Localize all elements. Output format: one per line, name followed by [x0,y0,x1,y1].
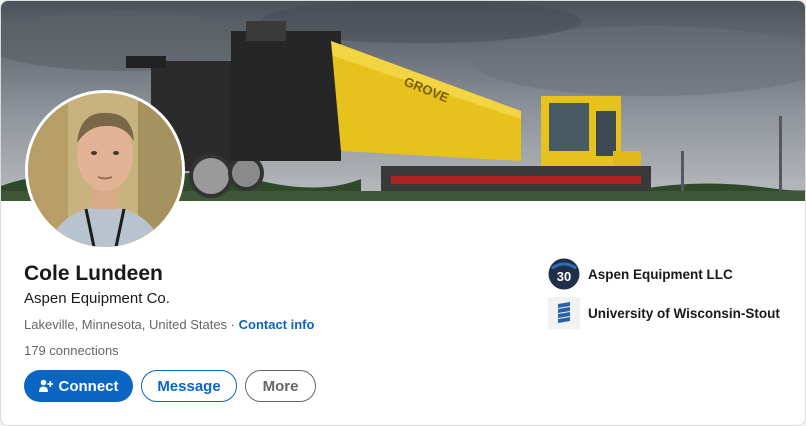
more-label: More [262,377,299,395]
aspen-equipment-logo: 30 [548,258,580,290]
message-button[interactable]: Message [141,370,237,402]
org-aspen-equipment[interactable]: 30 Aspen Equipment LLC [548,258,733,290]
location-row: Lakeville, Minnesota, United States · Co… [24,316,314,334]
location-text: Lakeville, Minnesota, United States [24,317,228,332]
profile-name: Cole Lundeen [24,262,163,285]
connections-count: 179 connections [24,343,119,358]
more-button[interactable]: More [245,370,316,402]
add-person-icon [38,379,53,393]
connect-button[interactable]: Connect [24,370,133,402]
org-name-uw-stout: University of Wisconsin-Stout [588,305,780,321]
contact-info-link[interactable]: Contact info [239,317,315,332]
avatar[interactable] [25,90,185,250]
aspen-logo-text: 30 [557,269,571,284]
location-separator: · [227,317,239,332]
org-uw-stout[interactable]: University of Wisconsin-Stout [548,297,780,329]
org-name-aspen: Aspen Equipment LLC [588,266,733,282]
uw-stout-logo [548,297,580,329]
connect-label: Connect [58,377,119,395]
profile-headline: Aspen Equipment Co. [24,290,170,307]
profile-card: GROVE Cole Lundeen Aspen Equipment Co. L… [0,0,806,426]
message-label: Message [157,377,221,395]
